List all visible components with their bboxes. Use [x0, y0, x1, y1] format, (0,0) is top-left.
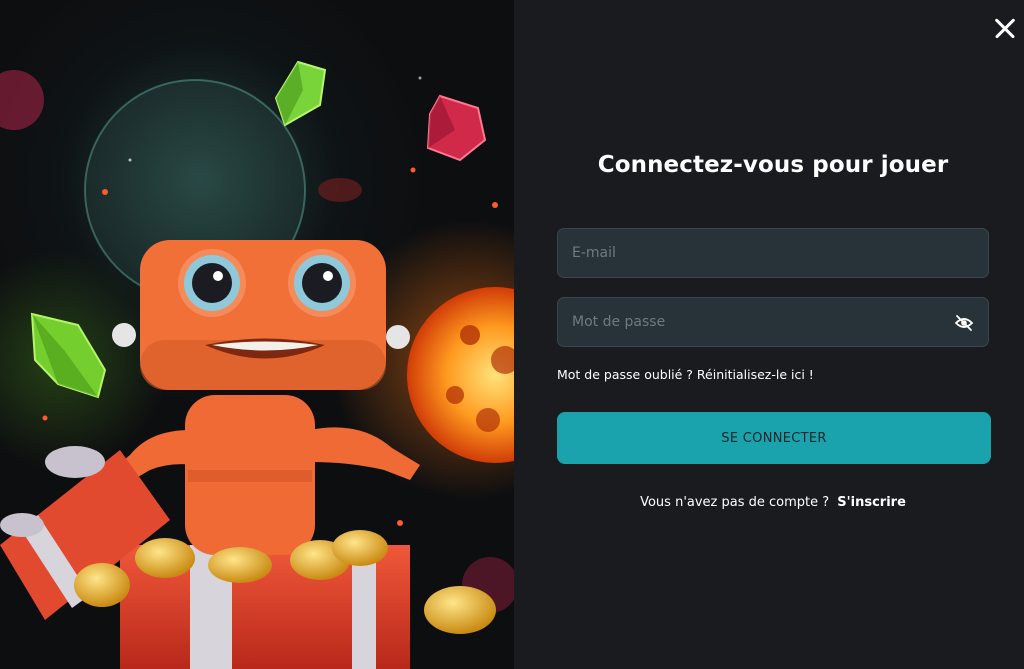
- signup-prompt: Vous n'avez pas de compte ? S'inscrire: [514, 495, 1024, 510]
- dialog-title: Connectez-vous pour jouer: [597, 152, 949, 178]
- forgot-password-link[interactable]: Mot de passe oublié ? Réinitialisez-le i…: [557, 367, 814, 382]
- signup-prompt-text: Vous n'avez pas de compte ?: [640, 495, 830, 510]
- robot-gift-artwork: [0, 60, 514, 669]
- eye-slash-icon[interactable]: [954, 314, 974, 332]
- signup-link[interactable]: S'inscrire: [837, 495, 906, 510]
- login-button[interactable]: SE CONNECTER: [557, 412, 991, 464]
- promo-illustration: [0, 0, 514, 669]
- close-icon[interactable]: [986, 10, 1022, 46]
- login-modal: Connectez-vous pour jouer Mot de passe o…: [0, 0, 1024, 669]
- login-panel: Connectez-vous pour jouer Mot de passe o…: [514, 0, 1024, 669]
- password-input[interactable]: [558, 298, 988, 346]
- email-field[interactable]: [557, 228, 989, 278]
- password-field[interactable]: [557, 297, 989, 347]
- email-input[interactable]: [558, 229, 988, 277]
